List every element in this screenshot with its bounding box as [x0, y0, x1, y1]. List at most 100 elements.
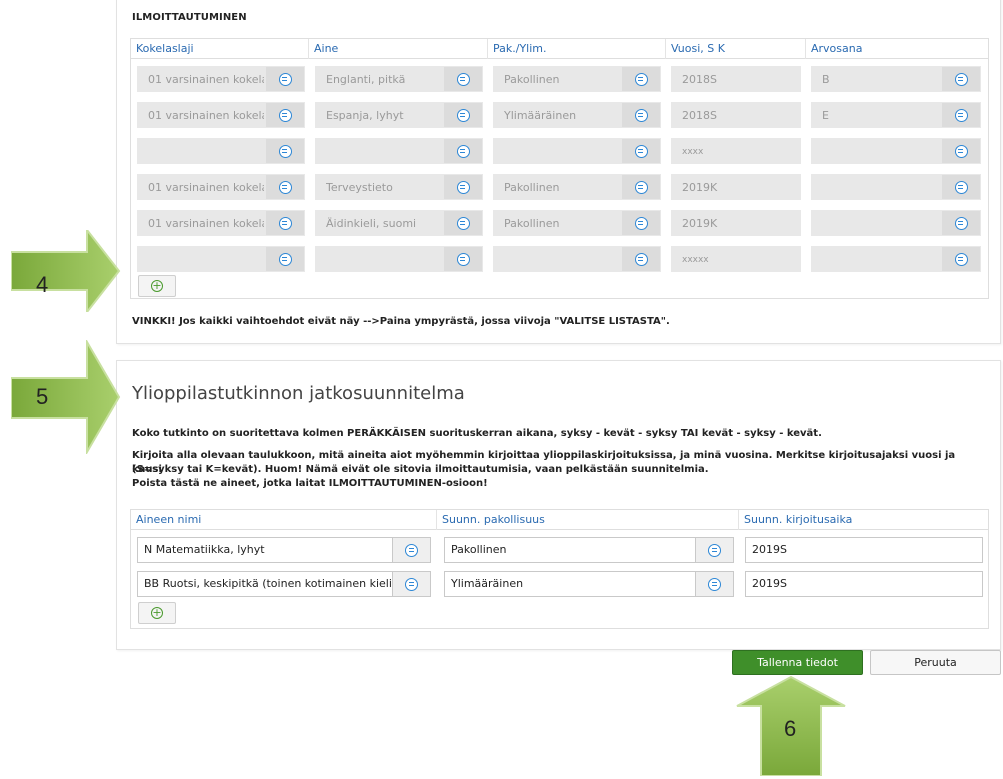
select-vuosi[interactable]: 2018S — [671, 66, 801, 92]
list-select-button[interactable] — [622, 67, 660, 91]
callout-number: 6 — [784, 716, 797, 741]
list-icon — [708, 543, 721, 557]
select-aine[interactable]: Espanja, lyhyt — [315, 102, 483, 128]
cell-value: Terveystieto — [326, 181, 393, 194]
list-icon — [634, 72, 648, 86]
table-header: Aineen nimi Suunn. pakollisuus Suunn. ki… — [131, 510, 988, 530]
field-suunn-kirjoitusaika[interactable]: 2019S — [745, 571, 983, 597]
cell-value: 2019K — [682, 181, 718, 194]
add-plan-row-button[interactable]: + — [138, 602, 176, 624]
field-suunn-pakollisuus[interactable]: Ylimääräinen — [444, 571, 734, 597]
list-select-button[interactable] — [444, 175, 482, 199]
list-icon — [278, 252, 292, 266]
list-select-button[interactable] — [392, 572, 430, 596]
list-icon — [954, 72, 968, 86]
select-kokelaslaji[interactable]: 01 varsinainen kokela — [137, 102, 305, 128]
list-select-button[interactable] — [695, 572, 733, 596]
cell-value: xxxx — [682, 147, 704, 157]
select-pakollisuus[interactable]: Ylimääräinen — [493, 102, 661, 128]
select-arvosana[interactable] — [811, 246, 981, 272]
cell-value: 2019S — [752, 543, 787, 556]
list-icon — [456, 252, 470, 266]
list-icon — [634, 180, 648, 194]
list-select-button[interactable] — [392, 538, 430, 562]
cell-value: 2018S — [682, 73, 717, 86]
select-vuosi[interactable]: 2019K — [671, 174, 801, 200]
cancel-button[interactable]: Peruuta — [870, 650, 1001, 675]
list-select-button[interactable] — [942, 247, 980, 271]
list-select-button[interactable] — [622, 211, 660, 235]
list-select-button[interactable] — [942, 139, 980, 163]
list-icon — [405, 543, 418, 557]
select-arvosana[interactable] — [811, 138, 981, 164]
list-select-button[interactable] — [266, 175, 304, 199]
select-vuosi[interactable]: 2019K — [671, 210, 801, 236]
field-suunn-pakollisuus[interactable]: Pakollinen — [444, 537, 734, 563]
select-kokelaslaji[interactable]: 01 varsinainen kokela — [137, 210, 305, 236]
select-arvosana[interactable] — [811, 210, 981, 236]
list-icon — [954, 216, 968, 230]
select-pakollisuus[interactable] — [493, 138, 661, 164]
select-arvosana[interactable]: E — [811, 102, 981, 128]
list-select-button[interactable] — [444, 139, 482, 163]
select-vuosi[interactable]: 2018S — [671, 102, 801, 128]
select-pakollisuus[interactable]: Pakollinen — [493, 174, 661, 200]
list-icon — [954, 144, 968, 158]
select-vuosi[interactable]: xxxxx — [671, 246, 801, 272]
list-select-button[interactable] — [444, 103, 482, 127]
plan-panel: Ylioppilastutkinnon jatkosuunnitelma Kok… — [116, 360, 1001, 650]
select-pakollisuus[interactable]: Pakollinen — [493, 210, 661, 236]
select-aine[interactable] — [315, 138, 483, 164]
list-select-button[interactable] — [622, 175, 660, 199]
list-icon — [278, 216, 292, 230]
select-aine[interactable] — [315, 246, 483, 272]
add-row-button[interactable]: + — [138, 275, 176, 297]
arrow-right-icon — [10, 338, 121, 456]
list-select-button[interactable] — [942, 211, 980, 235]
select-arvosana[interactable] — [811, 174, 981, 200]
list-select-button[interactable] — [266, 67, 304, 91]
select-arvosana[interactable]: B — [811, 66, 981, 92]
select-kokelaslaji[interactable]: 01 varsinainen kokela — [137, 174, 305, 200]
list-icon — [954, 108, 968, 122]
field-suunn-kirjoitusaika[interactable]: 2019S — [745, 537, 983, 563]
list-select-button[interactable] — [266, 139, 304, 163]
select-vuosi[interactable]: xxxx — [671, 138, 801, 164]
cell-value: 01 varsinainen kokela — [148, 217, 264, 230]
list-select-button[interactable] — [942, 103, 980, 127]
save-button[interactable]: Tallenna tiedot — [732, 650, 863, 675]
select-pakollisuus[interactable]: Pakollinen — [493, 66, 661, 92]
select-kokelaslaji[interactable]: 01 varsinainen kokela — [137, 66, 305, 92]
field-aineen-nimi[interactable]: N Matematiikka, lyhyt — [137, 537, 431, 563]
list-select-button[interactable] — [942, 67, 980, 91]
col-header-suunn-pakollisuus: Suunn. pakollisuus — [437, 510, 739, 530]
cell-value: Pakollinen — [504, 217, 560, 230]
plan-table: Aineen nimi Suunn. pakollisuus Suunn. ki… — [130, 509, 989, 629]
cell-value: 01 varsinainen kokela — [148, 181, 264, 194]
list-select-button[interactable] — [622, 247, 660, 271]
list-select-button[interactable] — [444, 247, 482, 271]
list-select-button[interactable] — [622, 139, 660, 163]
list-select-button[interactable] — [266, 103, 304, 127]
list-select-button[interactable] — [622, 103, 660, 127]
cell-value: Pakollinen — [504, 181, 560, 194]
list-select-button[interactable] — [695, 538, 733, 562]
list-select-button[interactable] — [942, 175, 980, 199]
select-aine[interactable]: Terveystieto — [315, 174, 483, 200]
cell-value: 2019K — [682, 217, 718, 230]
select-pakollisuus[interactable] — [493, 246, 661, 272]
cell-value: 2018S — [682, 109, 717, 122]
cell-value: Pakollinen — [504, 73, 560, 86]
plus-circle-icon: + — [151, 606, 163, 619]
list-select-button[interactable] — [266, 211, 304, 235]
select-kokelaslaji[interactable] — [137, 138, 305, 164]
select-aine[interactable]: Englanti, pitkä — [315, 66, 483, 92]
list-select-button[interactable] — [266, 247, 304, 271]
select-aine[interactable]: Äidinkieli, suomi — [315, 210, 483, 236]
field-aineen-nimi[interactable]: BB Ruotsi, keskipitkä (toinen kotimainen… — [137, 571, 431, 597]
select-kokelaslaji[interactable] — [137, 246, 305, 272]
col-header-vuosi: Vuosi, S K — [666, 39, 806, 59]
list-select-button[interactable] — [444, 67, 482, 91]
list-select-button[interactable] — [444, 211, 482, 235]
registration-panel: ILMOITTAUTUMINEN Kokelaslaji Aine Pak./Y… — [116, 0, 1001, 344]
